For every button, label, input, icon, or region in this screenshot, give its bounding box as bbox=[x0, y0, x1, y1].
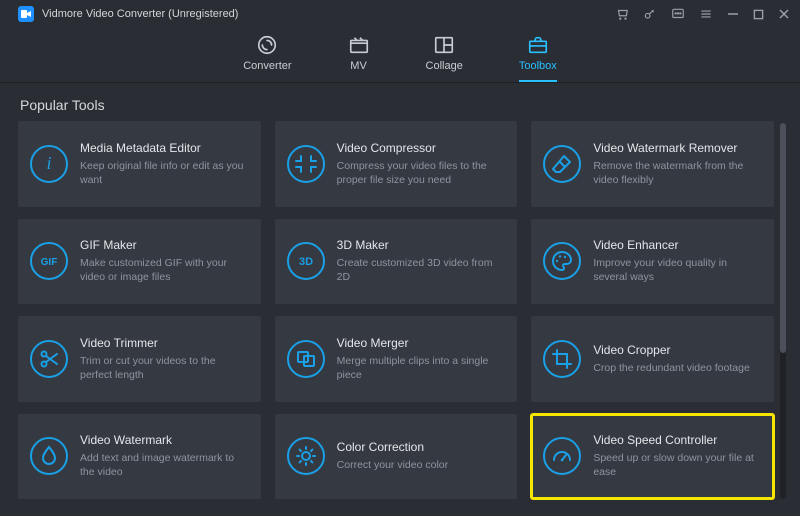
tool-card-video-compressor[interactable]: Video Compressor Compress your video file… bbox=[275, 121, 518, 207]
compress-icon bbox=[287, 145, 325, 183]
crop-icon bbox=[543, 340, 581, 378]
scissors-icon bbox=[30, 340, 68, 378]
tool-title: Video Watermark bbox=[80, 433, 249, 447]
tab-collage[interactable]: Collage bbox=[426, 34, 463, 82]
tool-desc: Make customized GIF with your video or i… bbox=[80, 256, 249, 284]
tool-desc: Add text and image watermark to the vide… bbox=[80, 451, 249, 479]
scrollbar-thumb[interactable] bbox=[780, 123, 786, 353]
maximize-button[interactable] bbox=[753, 9, 764, 20]
tool-desc: Merge multiple clips into a single piece bbox=[337, 354, 506, 382]
tool-card-video-watermark-remover[interactable]: Video Watermark Remover Remove the waterm… bbox=[531, 121, 774, 207]
tool-desc: Trim or cut your videos to the perfect l… bbox=[80, 354, 249, 382]
tab-label: Toolbox bbox=[519, 60, 557, 72]
collage-icon bbox=[433, 34, 455, 56]
window-controls bbox=[615, 7, 790, 21]
tool-title: Video Compressor bbox=[337, 141, 506, 155]
mv-icon bbox=[348, 34, 370, 56]
tool-card-video-watermark[interactable]: Video Watermark Add text and image waterm… bbox=[18, 414, 261, 500]
tool-title: Video Cropper bbox=[593, 343, 762, 357]
main-tabs: Converter MV Collage Toolbox bbox=[0, 28, 800, 83]
erase-icon bbox=[543, 145, 581, 183]
tool-card-3d-maker[interactable]: 3D Maker Create customized 3D video from … bbox=[275, 219, 518, 305]
close-button[interactable] bbox=[778, 8, 790, 20]
key-icon[interactable] bbox=[643, 7, 657, 21]
tool-card-video-enhancer[interactable]: Video Enhancer Improve your video quality… bbox=[531, 219, 774, 305]
tool-card-media-metadata-editor[interactable]: Media Metadata Editor Keep original file … bbox=[18, 121, 261, 207]
titlebar: Vidmore Video Converter (Unregistered) bbox=[0, 0, 800, 28]
gif-icon bbox=[30, 242, 68, 280]
feedback-icon[interactable] bbox=[671, 7, 685, 21]
converter-icon bbox=[256, 34, 278, 56]
tool-desc: Create customized 3D video from 2D bbox=[337, 256, 506, 284]
tools-grid: Media Metadata Editor Keep original file … bbox=[18, 121, 774, 499]
3d-icon bbox=[287, 242, 325, 280]
menu-icon[interactable] bbox=[699, 7, 713, 21]
tab-mv[interactable]: MV bbox=[348, 34, 370, 82]
tool-title: Media Metadata Editor bbox=[80, 141, 249, 155]
tool-desc: Correct your video color bbox=[337, 458, 506, 472]
tool-title: Video Merger bbox=[337, 336, 506, 350]
tab-toolbox[interactable]: Toolbox bbox=[519, 34, 557, 82]
app-logo bbox=[18, 6, 34, 22]
tool-card-video-merger[interactable]: Video Merger Merge multiple clips into a … bbox=[275, 316, 518, 402]
info-icon bbox=[30, 145, 68, 183]
tool-title: GIF Maker bbox=[80, 238, 249, 252]
droplet-icon bbox=[30, 437, 68, 475]
tab-label: Collage bbox=[426, 60, 463, 72]
tool-title: Video Speed Controller bbox=[593, 433, 762, 447]
tool-card-color-correction[interactable]: Color Correction Correct your video color bbox=[275, 414, 518, 500]
tool-desc: Compress your video files to the proper … bbox=[337, 159, 506, 187]
tool-title: Video Trimmer bbox=[80, 336, 249, 350]
tool-desc: Remove the watermark from the video flex… bbox=[593, 159, 762, 187]
tool-desc: Crop the redundant video footage bbox=[593, 361, 762, 375]
tool-desc: Speed up or slow down your file at ease bbox=[593, 451, 762, 479]
tool-card-video-trimmer[interactable]: Video Trimmer Trim or cut your videos to … bbox=[18, 316, 261, 402]
merge-icon bbox=[287, 340, 325, 378]
tool-title: Video Watermark Remover bbox=[593, 141, 762, 155]
tab-converter[interactable]: Converter bbox=[243, 34, 291, 82]
palette-icon bbox=[543, 242, 581, 280]
tool-card-video-speed-controller[interactable]: Video Speed Controller Speed up or slow d… bbox=[531, 414, 774, 500]
section-title: Popular Tools bbox=[0, 83, 800, 121]
tool-desc: Keep original file info or edit as you w… bbox=[80, 159, 249, 187]
tool-title: 3D Maker bbox=[337, 238, 506, 252]
sun-icon bbox=[287, 437, 325, 475]
scrollbar[interactable] bbox=[780, 123, 786, 499]
tab-label: Converter bbox=[243, 60, 291, 72]
minimize-button[interactable] bbox=[727, 8, 739, 20]
tab-label: MV bbox=[350, 60, 367, 72]
app-title: Vidmore Video Converter (Unregistered) bbox=[42, 8, 615, 20]
cart-icon[interactable] bbox=[615, 7, 629, 21]
tool-title: Color Correction bbox=[337, 440, 506, 454]
tool-title: Video Enhancer bbox=[593, 238, 762, 252]
tool-desc: Improve your video quality in several wa… bbox=[593, 256, 762, 284]
toolbox-icon bbox=[527, 34, 549, 56]
tool-card-gif-maker[interactable]: GIF Maker Make customized GIF with your v… bbox=[18, 219, 261, 305]
gauge-icon bbox=[543, 437, 581, 475]
tool-card-video-cropper[interactable]: Video Cropper Crop the redundant video fo… bbox=[531, 316, 774, 402]
